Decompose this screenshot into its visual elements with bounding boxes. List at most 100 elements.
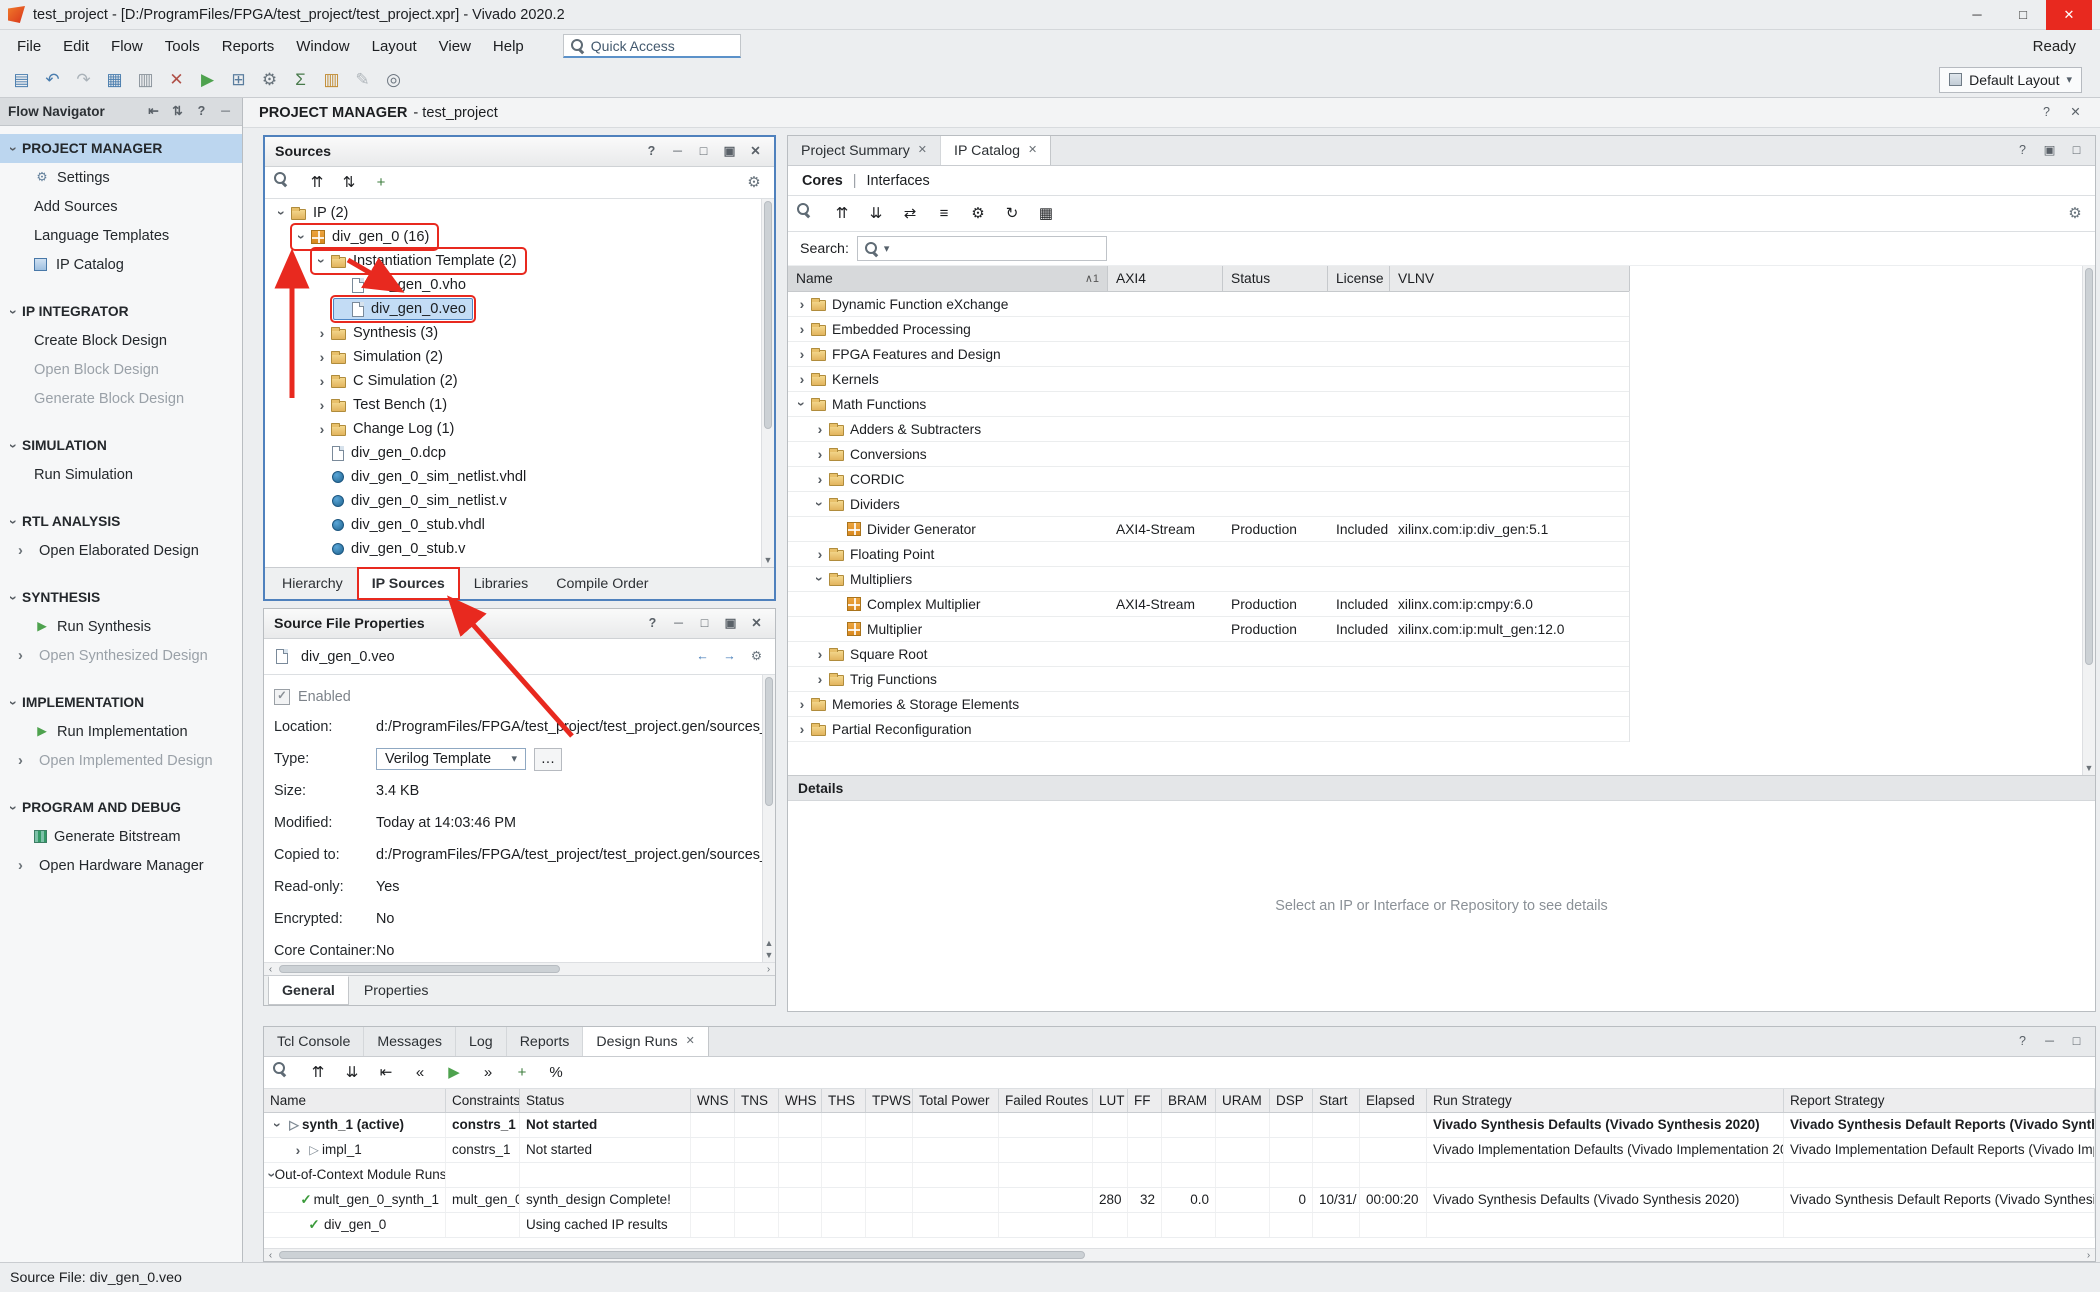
sources-panel-header[interactable]: Sources ?─□▣✕: [265, 137, 774, 167]
source-div-gen-0-sim-netlist-v[interactable]: div_gen_0_sim_netlist.v: [265, 489, 774, 513]
flow-item-language-templates[interactable]: Language Templates: [0, 221, 242, 250]
expand-chevron-icon[interactable]: ›: [6, 438, 22, 454]
scroll-left-icon[interactable]: ‹: [264, 963, 277, 975]
flow-section-header-ip-integrator[interactable]: ›IP INTEGRATOR: [0, 297, 242, 326]
expand-all-icon[interactable]: ⇊: [864, 202, 888, 225]
catalog-row-square-root[interactable]: ›Square Root: [788, 642, 1629, 667]
maximize-button[interactable]: □: [2000, 0, 2046, 30]
sum-icon[interactable]: Σ: [287, 67, 314, 93]
catalog-row-memories-storage-elements[interactable]: ›Memories & Storage Elements: [788, 692, 1629, 717]
open-project-icon[interactable]: ▤: [8, 67, 35, 93]
goto-start-icon[interactable]: ⇤: [374, 1061, 398, 1084]
flow-section-header-implementation[interactable]: ›IMPLEMENTATION: [0, 688, 242, 717]
expand-chevron-icon[interactable]: ›: [314, 349, 330, 365]
scroll-down-icon[interactable]: ▼: [762, 555, 774, 565]
catalog-scrollbar[interactable]: ▼: [2082, 266, 2095, 775]
column-header-bram[interactable]: BRAM: [1162, 1089, 1216, 1112]
scrollbar-thumb[interactable]: [765, 677, 773, 806]
quick-access-search[interactable]: Quick Access: [563, 34, 741, 58]
menu-flow[interactable]: Flow: [100, 34, 154, 59]
flow-section-header-rtl-analysis[interactable]: ›RTL ANALYSIS: [0, 507, 242, 536]
flow-item-ip-catalog[interactable]: IP Catalog: [0, 250, 242, 279]
expand-chevron-icon[interactable]: ›: [812, 571, 828, 587]
enabled-checkbox[interactable]: ✓: [274, 689, 290, 705]
add-sources-icon[interactable]: +: [369, 171, 393, 194]
catalog-row-partial-reconfiguration[interactable]: ›Partial Reconfiguration: [788, 717, 1629, 742]
source-div-gen-0-sim-netlist-vhdl[interactable]: div_gen_0_sim_netlist.vhdl: [265, 465, 774, 489]
expand-chevron-icon[interactable]: ›: [6, 695, 22, 711]
expand-chevron-icon[interactable]: ›: [6, 141, 22, 157]
expand-chevron-icon[interactable]: ›: [812, 671, 828, 687]
pin-icon[interactable]: ⇤: [145, 103, 162, 120]
taxonomy-icon[interactable]: ⇄: [898, 202, 922, 225]
source-instantiation-template[interactable]: ›Instantiation Template (2): [265, 249, 774, 273]
tab-reports[interactable]: Reports: [507, 1027, 584, 1056]
column-header-status[interactable]: Status: [1223, 266, 1328, 291]
flow-section-header-program-and-debug[interactable]: ›PROGRAM AND DEBUG: [0, 793, 242, 822]
runs-hscrollbar[interactable]: ‹ ›: [264, 1248, 2095, 1261]
edit-icon[interactable]: ✎: [349, 67, 376, 93]
scroll-right-icon[interactable]: ›: [762, 963, 775, 975]
source-change-log[interactable]: ›Change Log (1): [265, 417, 774, 441]
help-icon[interactable]: ?: [2014, 1033, 2031, 1050]
expand-chevron-icon[interactable]: ›: [274, 205, 290, 221]
expand-chevron-icon[interactable]: ›: [812, 646, 828, 662]
minimize-button[interactable]: ─: [1954, 0, 2000, 30]
column-header-whs[interactable]: WHS: [779, 1089, 822, 1112]
column-header-vlnv[interactable]: VLNV: [1390, 266, 1630, 291]
probe-icon[interactable]: ◎: [380, 67, 407, 93]
collapse-all-icon[interactable]: ⇈: [306, 1061, 330, 1084]
expand-chevron-icon[interactable]: ›: [812, 546, 828, 562]
percent-icon[interactable]: %: [544, 1061, 568, 1084]
hierarchy-icon[interactable]: ≡: [932, 202, 956, 225]
expand-chevron-icon[interactable]: ›: [290, 1138, 306, 1162]
close-tab-icon[interactable]: ✕: [686, 1036, 695, 1047]
expand-chevron-icon[interactable]: ›: [794, 321, 810, 337]
catalog-row-trig-functions[interactable]: ›Trig Functions: [788, 667, 1629, 692]
sources-scrollbar[interactable]: ▼: [761, 199, 774, 567]
catalog-row-floating-point[interactable]: ›Floating Point: [788, 542, 1629, 567]
run-row-div-gen-0[interactable]: ✓div_gen_0Using cached IP results: [264, 1213, 2095, 1238]
expand-chevron-icon[interactable]: ›: [6, 800, 22, 816]
column-header-tns[interactable]: TNS: [735, 1089, 779, 1112]
close-icon[interactable]: ✕: [748, 615, 765, 632]
undo-icon[interactable]: ↶: [39, 67, 66, 93]
source-synthesis[interactable]: ›Synthesis (3): [265, 321, 774, 345]
flow-section-header-simulation[interactable]: ›SIMULATION: [0, 431, 242, 460]
maximize-icon[interactable]: □: [695, 143, 712, 160]
tab-hierarchy[interactable]: Hierarchy: [269, 568, 356, 599]
scroll-down-icon[interactable]: ▼: [2083, 763, 2095, 773]
tab-ip-sources[interactable]: IP Sources: [358, 568, 459, 599]
help-icon[interactable]: ?: [643, 143, 660, 160]
help-icon[interactable]: ?: [644, 615, 661, 632]
catalog-row-complex-multiplier[interactable]: Complex MultiplierAXI4-StreamProductionI…: [788, 592, 1629, 617]
search-icon[interactable]: [273, 171, 297, 194]
delete-icon[interactable]: ✕: [163, 67, 190, 93]
expand-chevron-icon[interactable]: ›: [6, 514, 22, 530]
tab-tcl-console[interactable]: Tcl Console: [264, 1027, 364, 1056]
catalog-row-adders-subtracters[interactable]: ›Adders & Subtracters: [788, 417, 1629, 442]
column-header-status[interactable]: Status: [520, 1089, 691, 1112]
source-div-gen-0-stub-v[interactable]: div_gen_0_stub.v: [265, 537, 774, 561]
maximize-icon[interactable]: □: [2068, 1033, 2085, 1050]
search-icon[interactable]: [272, 1061, 296, 1084]
column-header-license[interactable]: License: [1328, 266, 1390, 291]
flow-item-open-synthesized-design[interactable]: ›Open Synthesized Design: [0, 641, 242, 670]
expand-chevron-icon[interactable]: ›: [794, 296, 810, 312]
column-header-tpws[interactable]: TPWS: [866, 1089, 913, 1112]
source-div-gen-0-stub-vhdl[interactable]: div_gen_0_stub.vhdl: [265, 513, 774, 537]
scroll-right-icon[interactable]: ›: [2082, 1249, 2095, 1261]
flow-item-run-simulation[interactable]: Run Simulation: [0, 460, 242, 489]
expand-chevron-icon[interactable]: ›: [294, 229, 310, 245]
step-back-icon[interactable]: «: [408, 1061, 432, 1084]
column-header-name[interactable]: Name∧1: [788, 266, 1108, 291]
expand-chevron-icon[interactable]: ›: [794, 696, 810, 712]
source-div-gen-0-veo[interactable]: div_gen_0.veo: [265, 297, 774, 321]
float-icon[interactable]: ▣: [2041, 142, 2058, 159]
menu-reports[interactable]: Reports: [211, 34, 286, 59]
column-header-start[interactable]: Start: [1313, 1089, 1360, 1112]
help-icon[interactable]: ?: [2038, 104, 2055, 121]
back-icon[interactable]: ←: [694, 648, 711, 665]
settings-icon[interactable]: ⚙: [256, 67, 283, 93]
scroll-up-icon[interactable]: ▲: [763, 938, 775, 948]
